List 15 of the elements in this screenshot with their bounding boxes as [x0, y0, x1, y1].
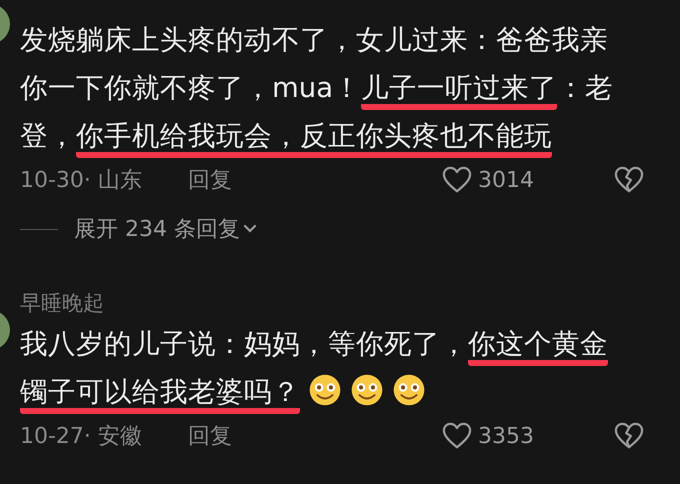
chevron-icon — [242, 224, 257, 234]
smiley-icon — [350, 373, 384, 407]
like-count: 3014 — [478, 168, 535, 192]
like-count: 3353 — [478, 424, 535, 448]
date-location: 10-27· 安徽 — [20, 423, 142, 451]
comment-text: 发烧躺床上头疼的动不了，女儿过来：爸爸我亲你一下你就不疼了，mua！儿子一听过来了：老登，你手机给我玩会，反正你头疼也不能玩 — [20, 16, 634, 160]
reply-button[interactable]: 回复 — [188, 165, 232, 195]
heart-icon[interactable] — [442, 422, 472, 450]
date-location: 10-30· 山东 — [20, 167, 142, 195]
heart-icon[interactable] — [442, 166, 472, 194]
smiley-icon — [392, 373, 426, 407]
reply-button[interactable]: 回复 — [188, 421, 232, 451]
username[interactable]: 早睡晚起 — [20, 288, 650, 318]
smiley-icon — [308, 373, 342, 407]
expand-replies-link[interactable]: 展开 234 条回复 — [74, 214, 257, 244]
